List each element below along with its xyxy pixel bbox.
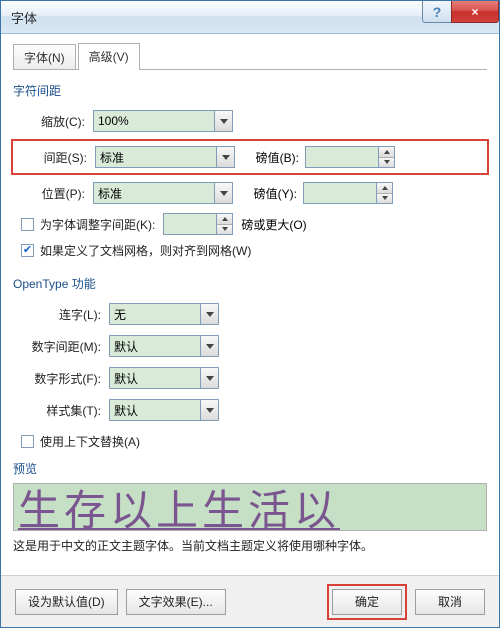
window-title: 字体	[11, 8, 37, 27]
spin-up-icon	[379, 147, 394, 158]
numspacing-combo[interactable]: 默认	[109, 335, 219, 357]
spacing-by-label: 磅值(B):	[235, 149, 305, 166]
help-icon: ?	[433, 4, 442, 20]
spacing-value: 标准	[96, 149, 216, 166]
numforms-value: 默认	[110, 370, 200, 387]
kerning-spinner[interactable]	[163, 213, 233, 235]
chevron-down-icon	[200, 368, 218, 388]
numforms-row: 数字形式(F): 默认	[13, 364, 487, 392]
spinner-buttons[interactable]	[378, 147, 394, 167]
preview-desc: 这是用于中文的正文主题字体。当前文档主题定义将使用哪种字体。	[13, 537, 487, 554]
contextual-checkbox[interactable]	[21, 435, 34, 448]
spin-up-icon	[377, 183, 392, 194]
scale-row: 缩放(C): 100%	[13, 107, 487, 135]
close-button[interactable]: ×	[451, 1, 499, 23]
stylistic-label: 样式集(T):	[13, 402, 109, 419]
scale-value: 100%	[94, 114, 214, 128]
font-dialog: 字体 ? × 字体(N) 高级(V) 字符间距 缩放(C): 100% 间距(S…	[0, 0, 500, 628]
char-spacing-section: 字符间距 缩放(C): 100% 间距(S): 标准 磅值(B):	[13, 82, 487, 263]
ligatures-label: 连字(L):	[13, 306, 109, 323]
chevron-down-icon	[200, 336, 218, 356]
spin-up-icon	[217, 214, 232, 225]
char-spacing-title: 字符间距	[13, 82, 487, 99]
position-value: 标准	[94, 185, 214, 202]
position-by-label: 磅值(Y):	[233, 185, 303, 202]
text-effects-button[interactable]: 文字效果(E)...	[126, 589, 226, 615]
ok-highlight: 确定	[327, 584, 407, 620]
stylistic-value: 默认	[110, 402, 200, 419]
chevron-down-icon	[214, 111, 232, 131]
preview-box: 生存以上生活以	[13, 483, 487, 531]
tab-font[interactable]: 字体(N)	[13, 44, 76, 69]
position-combo[interactable]: 标准	[93, 182, 233, 204]
kerning-label: 为字体调整字间距(K):	[40, 216, 155, 233]
stylistic-row: 样式集(T): 默认	[13, 396, 487, 424]
spacing-combo[interactable]: 标准	[95, 146, 235, 168]
help-button[interactable]: ?	[422, 1, 452, 23]
position-label: 位置(P):	[13, 185, 93, 202]
spinner-buttons[interactable]	[216, 214, 232, 234]
ligatures-row: 连字(L): 无	[13, 300, 487, 328]
dialog-body: 字体(N) 高级(V) 字符间距 缩放(C): 100% 间距(S): 标准	[1, 34, 499, 577]
close-icon: ×	[471, 5, 478, 19]
kerning-unit: 磅或更大(O)	[241, 216, 306, 233]
tab-strip: 字体(N) 高级(V)	[13, 44, 487, 70]
contextual-row: 使用上下文替换(A)	[13, 428, 487, 454]
stylistic-combo[interactable]: 默认	[109, 399, 219, 421]
kerning-row: 为字体调整字间距(K): 磅或更大(O)	[13, 211, 487, 237]
contextual-label: 使用上下文替换(A)	[40, 433, 140, 450]
titlebar[interactable]: 字体 ? ×	[1, 1, 499, 34]
kerning-checkbox[interactable]	[21, 218, 34, 231]
spacing-by-spinner[interactable]	[305, 146, 395, 168]
dialog-footer: 设为默认值(D) 文字效果(E)... 确定 取消	[1, 575, 499, 627]
spinner-buttons[interactable]	[376, 183, 392, 203]
numforms-combo[interactable]: 默认	[109, 367, 219, 389]
snapgrid-checkbox[interactable]: ✔	[21, 244, 34, 257]
ok-button[interactable]: 确定	[332, 589, 402, 615]
ligatures-combo[interactable]: 无	[109, 303, 219, 325]
spacing-row: 间距(S): 标准 磅值(B):	[15, 143, 485, 171]
spin-down-icon	[377, 194, 392, 204]
opentype-section: OpenType 功能 连字(L): 无 数字间距(M): 默认 数字形式(F)…	[13, 275, 487, 454]
window-buttons: ? ×	[422, 1, 499, 23]
chevron-down-icon	[214, 183, 232, 203]
scale-label: 缩放(C):	[13, 113, 93, 130]
numspacing-value: 默认	[110, 338, 200, 355]
snapgrid-row: ✔ 如果定义了文档网格，则对齐到网格(W)	[13, 237, 487, 263]
cancel-button[interactable]: 取消	[415, 589, 485, 615]
chevron-down-icon	[200, 400, 218, 420]
position-by-spinner[interactable]	[303, 182, 393, 204]
preview-sample: 生存以上生活以	[18, 483, 340, 531]
position-row: 位置(P): 标准 磅值(Y):	[13, 179, 487, 207]
preview-title: 预览	[13, 460, 487, 477]
numspacing-row: 数字间距(M): 默认	[13, 332, 487, 360]
spin-down-icon	[217, 225, 232, 235]
snapgrid-label: 如果定义了文档网格，则对齐到网格(W)	[40, 242, 251, 259]
opentype-title: OpenType 功能	[13, 275, 487, 292]
chevron-down-icon	[200, 304, 218, 324]
chevron-down-icon	[216, 147, 234, 167]
scale-combo[interactable]: 100%	[93, 110, 233, 132]
numforms-label: 数字形式(F):	[13, 370, 109, 387]
set-default-button[interactable]: 设为默认值(D)	[15, 589, 118, 615]
spacing-label: 间距(S):	[15, 149, 95, 166]
ligatures-value: 无	[110, 306, 200, 323]
spin-down-icon	[379, 158, 394, 168]
spacing-highlight: 间距(S): 标准 磅值(B):	[11, 139, 489, 175]
tab-advanced[interactable]: 高级(V)	[78, 43, 140, 70]
numspacing-label: 数字间距(M):	[13, 338, 109, 355]
